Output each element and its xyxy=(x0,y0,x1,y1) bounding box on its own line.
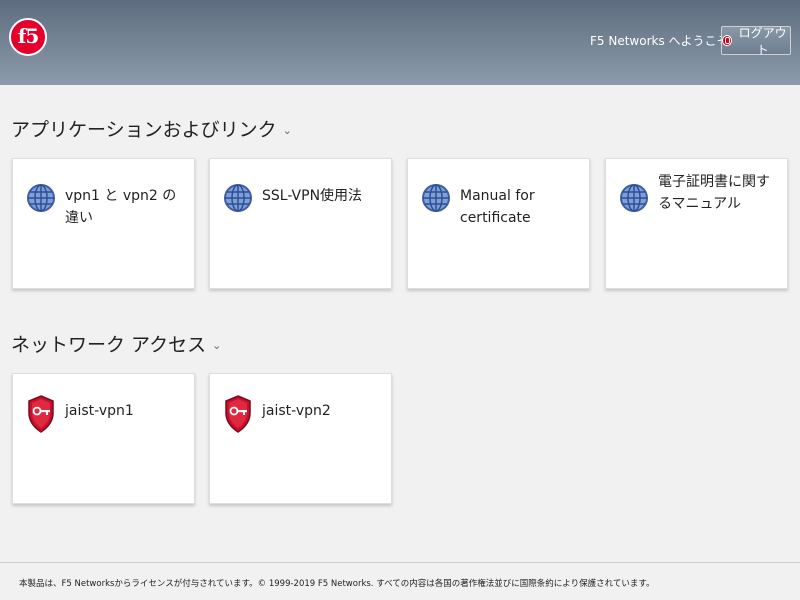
section-title-network: ネットワーク アクセス xyxy=(11,334,207,356)
tile-cert-manual-jp[interactable]: 電子証明書に関するマニュアル xyxy=(605,158,788,289)
tile-jaist-vpn1[interactable]: jaist-vpn1 xyxy=(12,373,195,504)
logout-button[interactable]: ログアウト xyxy=(721,25,791,57)
shield-key-icon xyxy=(223,394,253,434)
tile-jaist-vpn2[interactable]: jaist-vpn2 xyxy=(209,373,392,504)
power-icon xyxy=(722,35,733,46)
section-network-access[interactable]: ネットワーク アクセス ⌄ xyxy=(11,330,221,357)
globe-icon xyxy=(223,179,253,219)
tile-label: Manual for certificate xyxy=(460,188,535,226)
chevron-down-icon: ⌄ xyxy=(212,339,222,352)
section-apps-links[interactable]: アプリケーションおよびリンク ⌄ xyxy=(11,115,292,142)
tile-label: 電子証明書に関するマニュアル xyxy=(658,174,770,212)
footer-text: 本製品は、F5 Networksからライセンスが付与されています。© 1999-… xyxy=(19,579,655,589)
footer-divider xyxy=(0,562,800,563)
chevron-down-icon: ⌄ xyxy=(282,124,292,137)
globe-icon xyxy=(26,179,56,219)
shield-key-icon xyxy=(26,394,56,434)
tile-ssl-vpn-usage[interactable]: SSL-VPN使用法 xyxy=(209,158,392,289)
tile-label: SSL-VPN使用法 xyxy=(262,188,363,204)
section-title-apps: アプリケーションおよびリンク xyxy=(11,119,277,141)
f5-logo: f5 xyxy=(9,18,47,56)
tile-label: jaist-vpn1 xyxy=(65,403,134,419)
tile-vpn-diff[interactable]: vpn1 と vpn2 の違い xyxy=(12,158,195,289)
tile-label: jaist-vpn2 xyxy=(262,403,331,419)
globe-icon xyxy=(421,179,451,219)
welcome-text: F5 Networks へようこそ xyxy=(590,34,729,48)
tile-label: vpn1 と vpn2 の違い xyxy=(65,188,177,226)
logout-label: ログアウト xyxy=(738,25,787,57)
top-header: f5 F5 Networks へようこそ ログアウト xyxy=(0,0,800,85)
globe-icon xyxy=(619,179,649,219)
tile-manual-certificate[interactable]: Manual for certificate xyxy=(407,158,590,289)
